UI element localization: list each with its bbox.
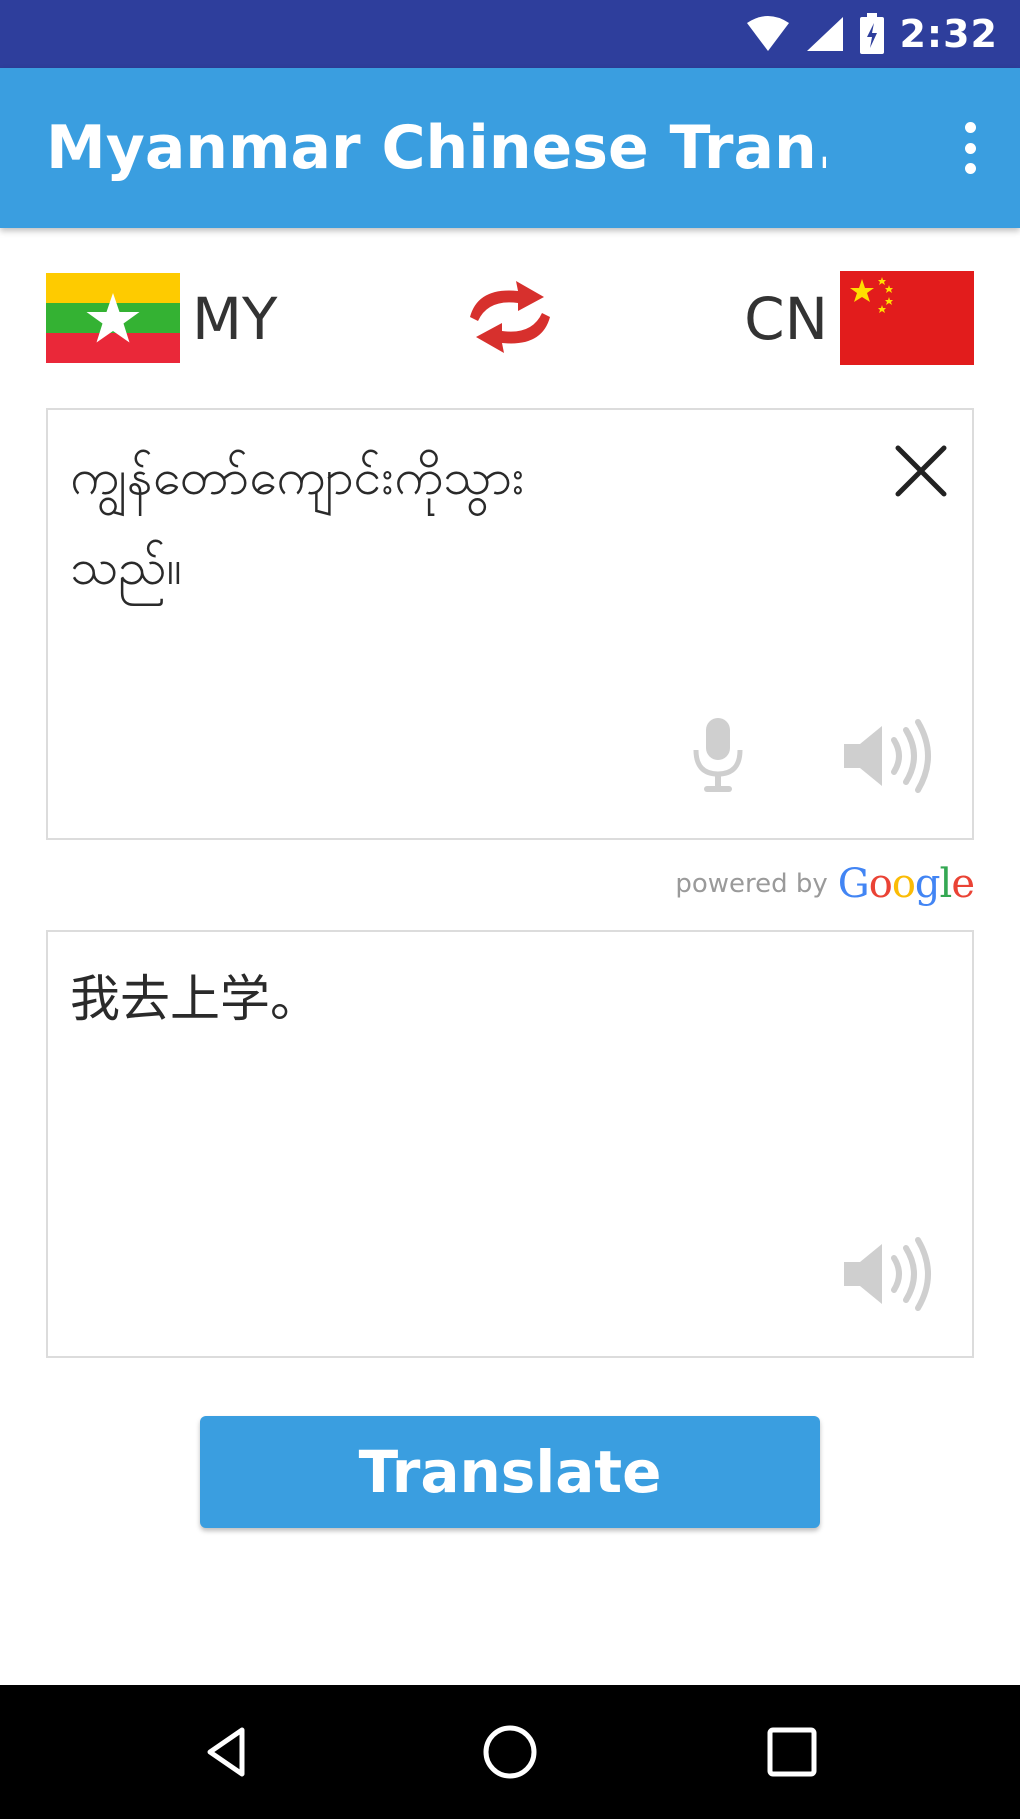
source-text[interactable]: ကျွန်တော်ကျောင်းကိုသွား သည်။ [70,432,870,612]
google-logo-letter: g [914,861,941,907]
speaker-icon[interactable] [838,716,938,796]
google-logo: Google [837,861,975,907]
powered-by-text: powered by [675,869,828,899]
translate-button[interactable]: Translate [200,1416,820,1528]
menu-dot [964,122,976,133]
battery-icon [859,13,885,55]
back-icon[interactable] [198,1722,258,1782]
app-screen: 2:32 Myanmar Chinese Tran... MY CN ကျွန်… [0,0,1020,1819]
close-icon[interactable] [890,440,952,502]
google-logo-letter: l [939,861,953,907]
signal-icon [805,15,845,53]
app-bar: Myanmar Chinese Tran... [0,68,1020,228]
myanmar-flag-icon[interactable] [46,273,180,363]
status-time: 2:32 [899,12,998,56]
google-logo-letter: o [891,861,916,907]
target-text: 我去上学。 [70,970,320,1028]
google-logo-letter: e [951,861,975,907]
google-logo-letter: G [837,861,870,907]
app-title: Myanmar Chinese Tran... [46,113,826,183]
speaker-icon[interactable] [838,1234,938,1314]
powered-by-google: powered by Google [675,860,975,908]
menu-dot [964,163,976,174]
source-language-label[interactable]: MY [192,287,277,351]
target-language-label[interactable]: CN [744,287,828,351]
language-selector: MY CN [0,265,1020,365]
china-flag-icon[interactable] [840,271,974,365]
status-bar: 2:32 [0,0,1020,68]
google-logo-letter: o [868,861,893,907]
swap-arrows-icon[interactable] [458,277,562,357]
wifi-icon [745,15,791,53]
microphone-icon[interactable] [688,716,748,796]
navigation-bar [0,1685,1020,1819]
target-text-box: 我去上学。 [46,930,974,1358]
recents-icon[interactable] [762,1722,822,1782]
home-icon[interactable] [480,1722,540,1782]
source-text-box[interactable]: ကျွန်တော်ကျောင်းကိုသွား သည်။ [46,408,974,840]
overflow-menu-icon[interactable] [950,116,990,180]
menu-dot [964,142,976,154]
